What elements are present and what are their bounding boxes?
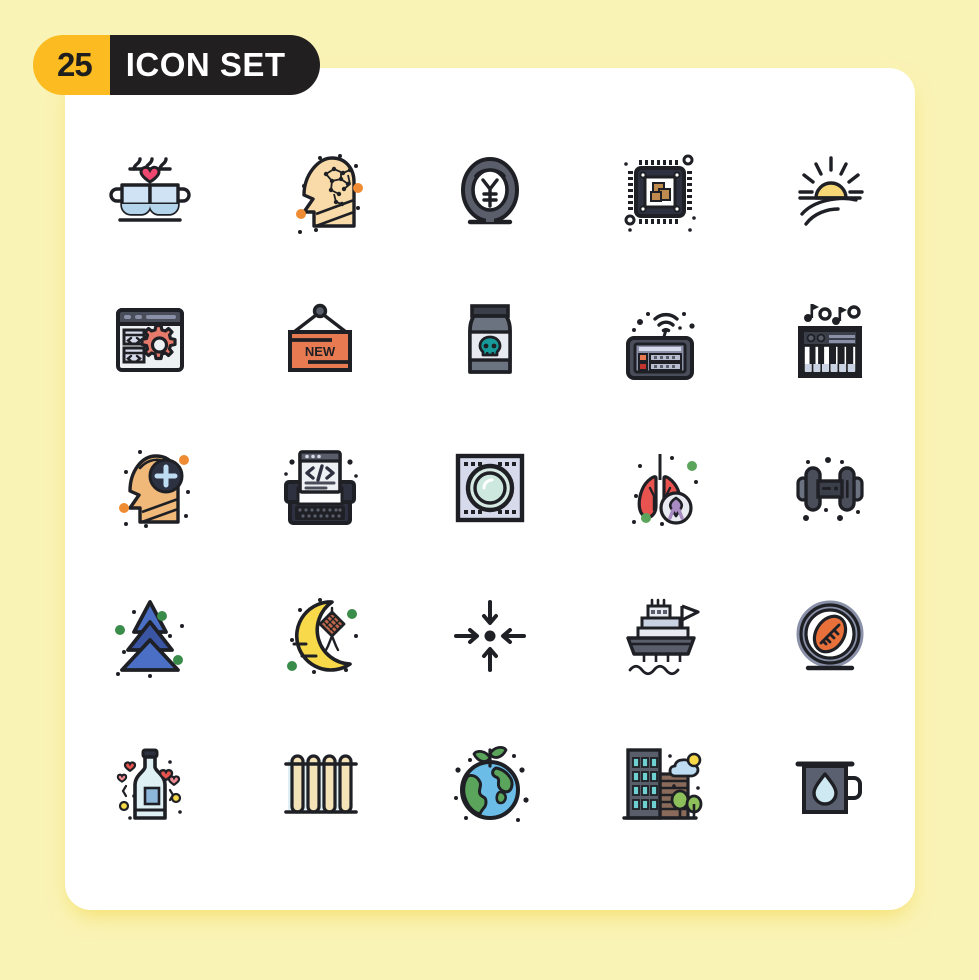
icon-cell-head-add[interactable] bbox=[65, 414, 235, 562]
pine-tree-icon bbox=[115, 600, 184, 678]
football-ring-icon bbox=[796, 600, 864, 671]
icon-cell-piano-keyboard[interactable] bbox=[745, 266, 915, 414]
city-building-icon bbox=[622, 748, 703, 820]
wifi-router-icon bbox=[626, 312, 695, 380]
water-mug-icon bbox=[795, 761, 862, 814]
cargo-ship-icon bbox=[626, 598, 700, 676]
icon-cell-sunrise[interactable] bbox=[745, 118, 915, 266]
icon-cell-collapse-arrows[interactable] bbox=[405, 562, 575, 710]
icon-cell-yen-coin[interactable] bbox=[405, 118, 575, 266]
cpu-processor-icon bbox=[624, 154, 696, 232]
icon-cell-water-mug[interactable] bbox=[745, 710, 915, 858]
head-brain-ai-icon bbox=[296, 154, 363, 234]
washing-machine-icon bbox=[455, 453, 525, 523]
new-sign-board-icon: NEW bbox=[288, 303, 352, 372]
icon-cell-football-ring[interactable] bbox=[745, 562, 915, 710]
sunrise-icon bbox=[798, 156, 864, 226]
icon-set-title: ICON SET bbox=[109, 35, 320, 95]
icon-cell-dumbbell[interactable] bbox=[745, 414, 915, 562]
icon-cell-web-settings[interactable] bbox=[65, 266, 235, 414]
coffee-cups-love-icon bbox=[109, 157, 191, 222]
icon-grid: NEW bbox=[65, 118, 915, 858]
typewriter-code-icon bbox=[284, 450, 358, 525]
eco-earth-icon bbox=[454, 745, 529, 822]
icon-cell-cpu-processor[interactable] bbox=[575, 118, 745, 266]
icon-cell-cargo-ship[interactable] bbox=[575, 562, 745, 710]
icon-cell-new-sign-board[interactable]: NEW bbox=[235, 266, 405, 414]
moon-ketupat-icon bbox=[287, 598, 358, 674]
icon-cell-poison-jar[interactable] bbox=[405, 266, 575, 414]
collapse-arrows-icon bbox=[454, 600, 526, 672]
icon-cell-head-brain-ai[interactable] bbox=[235, 118, 405, 266]
icon-cell-radiator[interactable] bbox=[235, 710, 405, 858]
icon-cell-pine-tree[interactable] bbox=[65, 562, 235, 710]
piano-keyboard-icon bbox=[798, 304, 862, 378]
dumbbell-icon bbox=[796, 457, 864, 521]
icon-cell-city-building[interactable] bbox=[575, 710, 745, 858]
yen-coin-icon bbox=[461, 157, 519, 225]
icon-cell-moon-ketupat[interactable] bbox=[235, 562, 405, 710]
icon-count: 25 bbox=[33, 35, 110, 95]
radiator-icon bbox=[284, 754, 358, 814]
icon-cell-love-bottle[interactable] bbox=[65, 710, 235, 858]
icon-cell-eco-earth[interactable] bbox=[405, 710, 575, 858]
svg-text:NEW: NEW bbox=[305, 344, 336, 359]
web-settings-icon bbox=[116, 308, 184, 372]
icon-cell-lungs-ribbon[interactable] bbox=[575, 414, 745, 562]
icon-cell-washing-machine[interactable] bbox=[405, 414, 575, 562]
lungs-ribbon-icon bbox=[632, 454, 698, 526]
poison-jar-icon bbox=[468, 304, 512, 374]
icon-cell-coffee-cups-love[interactable] bbox=[65, 118, 235, 266]
icon-cell-typewriter-code[interactable] bbox=[235, 414, 405, 562]
icon-cell-wifi-router[interactable] bbox=[575, 266, 745, 414]
icon-set-badge: 25 ICON SET bbox=[33, 35, 320, 95]
head-add-icon bbox=[119, 450, 190, 528]
love-bottle-icon bbox=[116, 748, 182, 820]
